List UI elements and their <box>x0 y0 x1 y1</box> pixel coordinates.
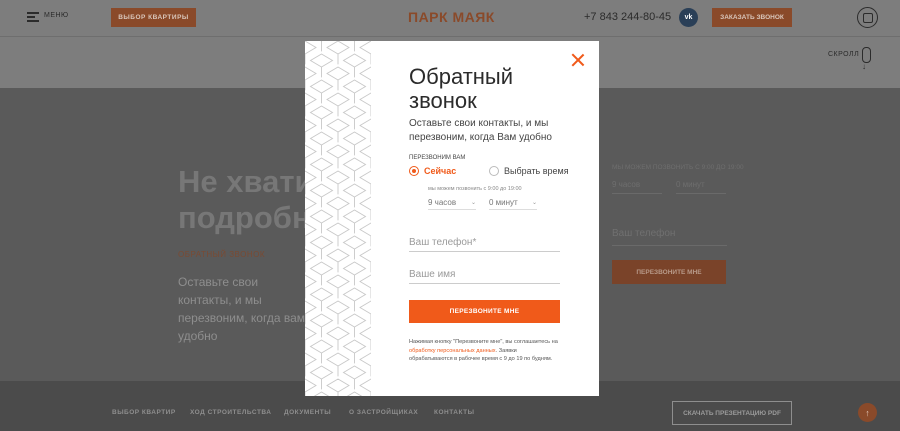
mouse-icon[interactable] <box>862 47 871 63</box>
consent-note-text: Нажимая кнопку "Перезвоните мне", вы сог… <box>409 339 558 345</box>
hours-value: 9 часов <box>428 198 457 207</box>
section-title-line2: подробн <box>178 200 311 235</box>
radio-dot <box>409 166 419 176</box>
phone-number[interactable]: +7 843 244-80-45 <box>584 11 671 23</box>
minutes-select[interactable]: 0 минут <box>676 180 726 194</box>
consent-note: Нажимая кнопку "Перезвоните мне", вы сог… <box>409 338 561 364</box>
modal-description: Оставьте свои контакты, и мы перезвоним,… <box>409 118 552 143</box>
callback-modal: Обратный звонок Оставьте свои контакты, … <box>305 41 599 396</box>
footer-link-construction[interactable]: ХОД СТРОИТЕЛЬСТВА <box>190 409 272 416</box>
footer-link-developers[interactable]: О ЗАСТРОЙЩИКАХ <box>349 409 418 416</box>
time-hint: МЫ МОЖЕМ ПОЗВОНИТЬ С 9:00 ДО 19:00 <box>612 164 744 171</box>
phone-input[interactable] <box>409 234 560 252</box>
hours-select[interactable]: 9 часов ⌄ <box>428 196 476 210</box>
section-subtitle: ОБРАТНЫЙ ЗВОНОК <box>178 250 265 259</box>
site-header: МЕНЮ ВЫБОР КВАРТИРЫ ПАРК МАЯК +7 843 244… <box>0 0 900 36</box>
arrow-down-icon: ↓ <box>862 62 866 71</box>
minutes-value: 0 минут <box>489 198 518 207</box>
modal-title: Обратный звонок <box>409 64 514 113</box>
phone-field[interactable]: Ваш телефон <box>612 228 727 246</box>
radio-now-label: Сейчас <box>424 166 457 176</box>
logo[interactable]: ПАРК МАЯК <box>408 9 495 25</box>
footer-link-documents[interactable]: ДОКУМЕНТЫ <box>284 409 331 416</box>
scroll-label: СКРОЛЛ <box>828 51 860 58</box>
section-title: Не хвати подробн <box>178 164 314 236</box>
radio-choose-time-label: Выбрать время <box>504 166 569 176</box>
call-me-submit-button[interactable]: ПЕРЕЗВОНИТЕ МНЕ <box>409 300 560 323</box>
radio-choose-time[interactable]: Выбрать время <box>489 166 569 176</box>
menu-icon[interactable] <box>27 12 39 22</box>
hours-select[interactable]: 9 часов <box>612 180 662 194</box>
name-input[interactable] <box>409 266 560 284</box>
personal-data-link[interactable]: обработку персональных данных <box>409 348 496 354</box>
order-call-button[interactable]: ЗАКАЗАТЬ ЗВОНОК <box>712 8 792 27</box>
download-presentation-button[interactable]: СКАЧАТЬ ПРЕЗЕНТАЦИЮ PDF <box>672 401 792 425</box>
footer-link-apartments[interactable]: ВЫБОР КВАРТИР <box>112 409 176 416</box>
instagram-icon[interactable] <box>857 7 878 28</box>
radio-dot <box>489 166 499 176</box>
minutes-select[interactable]: 0 минут ⌄ <box>489 196 537 210</box>
chevron-down-icon: ⌄ <box>531 200 537 206</box>
arrow-up-icon[interactable]: ↑ <box>858 403 877 422</box>
decorative-pattern <box>305 41 371 396</box>
section-text: Оставьте свои контакты, и мы перезвоним,… <box>178 275 305 343</box>
choose-apartment-button[interactable]: ВЫБОР КВАРТИРЫ <box>111 8 196 27</box>
radio-now[interactable]: Сейчас <box>409 166 456 176</box>
chevron-down-icon: ⌄ <box>470 200 476 206</box>
footer-link-contacts[interactable]: КОНТАКТЫ <box>434 409 474 416</box>
time-hint: мы можем позвонить с 9:00 до 19:00 <box>428 186 522 192</box>
vk-icon[interactable]: vk <box>679 8 698 27</box>
call-me-button[interactable]: ПЕРЕЗВОНИТЕ МНЕ <box>612 260 726 284</box>
menu-label[interactable]: МЕНЮ <box>44 12 69 19</box>
section-title-line1: Не хвати <box>178 164 314 199</box>
callback-label: ПЕРЕЗВОНИМ ВАМ <box>409 155 466 161</box>
